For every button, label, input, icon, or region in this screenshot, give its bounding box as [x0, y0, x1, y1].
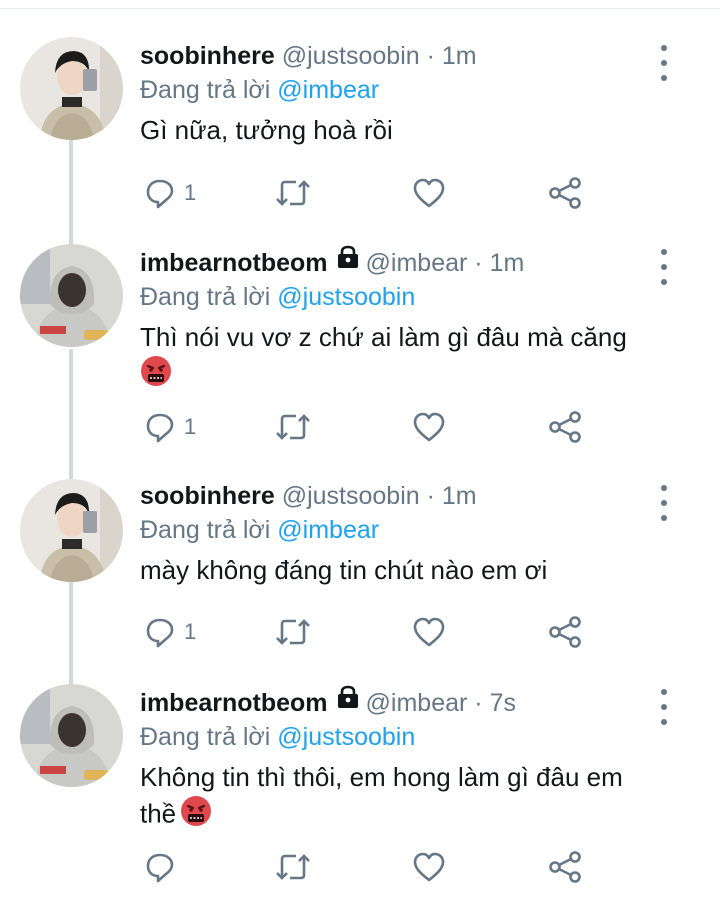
- replying-to: Đang trả lời @justsoobin: [140, 280, 660, 314]
- top-divider: [0, 8, 720, 9]
- share-icon: [549, 616, 581, 648]
- retweet-button[interactable]: [274, 407, 312, 447]
- separator-dot: ·: [426, 42, 435, 70]
- share-button[interactable]: [548, 407, 582, 447]
- retweet-button[interactable]: [274, 612, 312, 652]
- like-icon: [413, 617, 445, 647]
- share-button[interactable]: [548, 612, 582, 652]
- replying-prefix: Đang trả lời: [140, 76, 271, 104]
- reply-button[interactable]: [144, 847, 184, 887]
- user-handle[interactable]: @justsoobin: [282, 42, 420, 70]
- share-icon: [549, 411, 581, 443]
- replying-to: Đang trả lời @imbear: [140, 73, 660, 107]
- display-name[interactable]: soobinhere: [140, 42, 275, 70]
- like-button[interactable]: [412, 173, 446, 213]
- share-button[interactable]: [548, 847, 582, 887]
- replying-to: Đang trả lời @justsoobin: [140, 720, 660, 754]
- like-button[interactable]: [412, 612, 446, 652]
- avatar-soobinhere[interactable]: [20, 37, 123, 140]
- tweet-actions: [140, 847, 600, 887]
- reply-icon: [146, 618, 174, 648]
- like-button[interactable]: [412, 407, 446, 447]
- reply-icon: [146, 179, 174, 209]
- retweet-icon: [276, 854, 310, 880]
- more-vertical-icon[interactable]: [654, 249, 674, 285]
- reply-count: 1: [184, 180, 197, 205]
- reply-button[interactable]: 1: [144, 612, 196, 652]
- replying-to: Đang trả lời @imbear: [140, 513, 660, 547]
- more-vertical-icon[interactable]: [654, 689, 674, 725]
- separator-dot: ·: [474, 689, 483, 717]
- reply-count: 1: [184, 619, 197, 644]
- tweet-actions: 1: [140, 612, 600, 652]
- tweet-text: mày không đáng tin chút nào em ơi: [140, 553, 660, 588]
- mention-link[interactable]: @justsoobin: [277, 283, 415, 311]
- lock-icon: [336, 244, 360, 278]
- user-handle[interactable]: @imbear: [366, 689, 468, 717]
- timestamp[interactable]: 1m: [442, 482, 477, 510]
- user-handle[interactable]: @justsoobin: [282, 482, 420, 510]
- tweet-text: Không tin thì thôi, em hong làm gì đâu e…: [140, 760, 660, 836]
- mention-link[interactable]: @imbear: [277, 76, 379, 104]
- tweet-text-content: Thì nói vu vơ z chứ ai làm gì đâu mà căn…: [140, 322, 627, 352]
- separator-dot: ·: [426, 482, 435, 510]
- tweet[interactable]: imbearnotbeom @imbear · 1m Đang trả lời @…: [0, 244, 720, 454]
- more-vertical-icon[interactable]: [654, 485, 674, 521]
- avatar-soobinhere[interactable]: [20, 479, 123, 582]
- tweet-text: Gì nữa, tưởng hoà rồi: [140, 113, 660, 148]
- share-icon: [549, 177, 581, 209]
- user-handle[interactable]: @imbear: [366, 249, 468, 277]
- retweet-button[interactable]: [274, 847, 312, 887]
- timestamp[interactable]: 1m: [490, 249, 525, 277]
- avatar-imbearnotbeom[interactable]: [20, 684, 123, 787]
- display-name[interactable]: soobinhere: [140, 482, 275, 510]
- like-button[interactable]: [412, 847, 446, 887]
- share-button[interactable]: [548, 173, 582, 213]
- like-icon: [413, 852, 445, 882]
- mention-link[interactable]: @imbear: [277, 516, 379, 544]
- tweet-text-content: mày không đáng tin chút nào em ơi: [140, 555, 548, 585]
- retweet-icon: [276, 414, 310, 440]
- tweet[interactable]: soobinhere @justsoobin · 1m Đang trả lời…: [0, 37, 720, 227]
- tweet-actions: 1: [140, 407, 600, 447]
- retweet-button[interactable]: [274, 173, 312, 213]
- display-name[interactable]: imbearnotbeom: [140, 249, 328, 277]
- like-icon: [413, 178, 445, 208]
- timestamp[interactable]: 1m: [442, 42, 477, 70]
- tweet-actions: 1: [140, 173, 600, 213]
- like-icon: [413, 412, 445, 442]
- display-name[interactable]: imbearnotbeom: [140, 689, 328, 717]
- tweet[interactable]: soobinhere @justsoobin · 1m Đang trả lời…: [0, 479, 720, 669]
- share-icon: [549, 851, 581, 883]
- reply-count: 1: [184, 414, 197, 439]
- tweet-text-content: Không tin thì thôi, em hong làm gì đâu e…: [140, 762, 623, 829]
- tweet-text-content: Gì nữa, tưởng hoà rồi: [140, 115, 393, 145]
- lock-icon: [336, 684, 360, 718]
- replying-prefix: Đang trả lời: [140, 723, 271, 751]
- reply-icon: [146, 413, 174, 443]
- cursing-face-emoji: [140, 355, 172, 396]
- replying-prefix: Đang trả lời: [140, 283, 271, 311]
- reply-button[interactable]: 1: [144, 407, 196, 447]
- more-vertical-icon[interactable]: [654, 45, 674, 81]
- retweet-icon: [276, 180, 310, 206]
- tweet[interactable]: imbearnotbeom @imbear · 7s Đang trả lời @…: [0, 684, 720, 898]
- avatar-imbearnotbeom[interactable]: [20, 244, 123, 347]
- separator-dot: ·: [474, 249, 483, 277]
- replying-prefix: Đang trả lời: [140, 516, 271, 544]
- cursing-face-emoji: [180, 795, 212, 836]
- reply-button[interactable]: 1: [144, 173, 196, 213]
- retweet-icon: [276, 619, 310, 645]
- reply-icon: [146, 853, 174, 883]
- tweet-text: Thì nói vu vơ z chứ ai làm gì đâu mà căn…: [140, 320, 660, 396]
- timestamp[interactable]: 7s: [490, 689, 516, 717]
- mention-link[interactable]: @justsoobin: [277, 723, 415, 751]
